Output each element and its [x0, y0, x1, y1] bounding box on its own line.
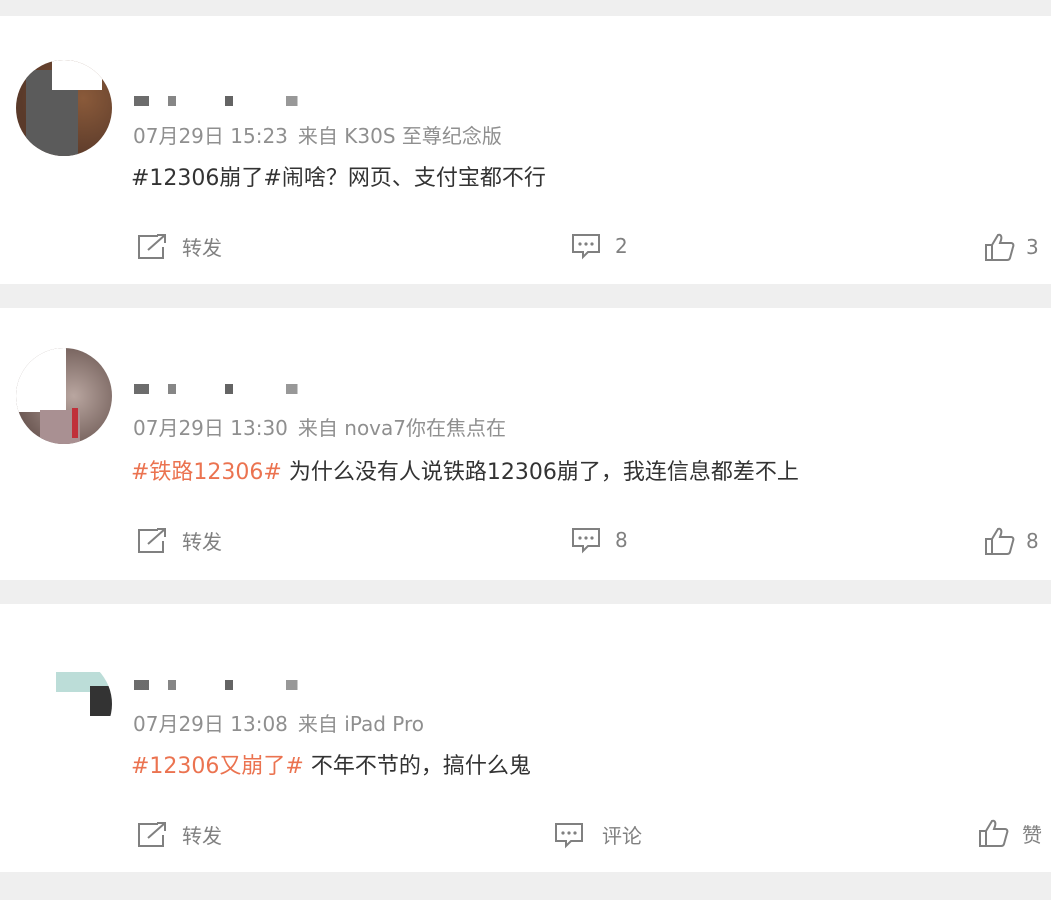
comment-button[interactable]: 评论 — [554, 820, 642, 849]
post-time[interactable]: 07月29日 13:30 — [133, 416, 288, 440]
username-redacted[interactable] — [134, 384, 324, 394]
like-icon — [979, 819, 1009, 847]
post-body: 为什么没有人说铁路12306崩了，我连信息都差不上 — [281, 460, 799, 485]
repost-button[interactable]: 转发 — [136, 526, 222, 555]
post-text: #12306崩了#闹啥？网页、支付宝都不行 — [131, 160, 546, 192]
post-text: #12306又崩了# 不年不节的，搞什么鬼 — [131, 748, 531, 780]
like-icon — [985, 527, 1015, 555]
repost-label: 转发 — [182, 236, 222, 260]
username-redacted[interactable] — [134, 680, 324, 690]
weibo-post-2: 07月29日 13:30 来自 nova7你在焦点在 #铁路12306# 为什么没… — [0, 308, 1051, 580]
username-redacted[interactable] — [134, 96, 324, 106]
post-time[interactable]: 07月29日 13:08 — [133, 712, 288, 736]
post-body: #12306崩了#闹啥？网页、支付宝都不行 — [131, 166, 546, 191]
repost-label: 转发 — [182, 824, 222, 848]
weibo-post-1: 07月29日 15:23 来自 K30S 至尊纪念版 #12306崩了#闹啥？网页… — [0, 16, 1051, 284]
post-meta: 07月29日 13:08 来自 iPad Pro — [133, 708, 424, 737]
comment-icon — [555, 822, 583, 848]
hashtag[interactable]: #12306又崩了# — [131, 754, 304, 779]
like-icon — [985, 233, 1015, 261]
post-body: 不年不节的，搞什么鬼 — [303, 754, 531, 779]
post-time[interactable]: 07月29日 15:23 — [133, 124, 288, 148]
repost-button[interactable]: 转发 — [136, 820, 222, 849]
repost-button[interactable]: 转发 — [136, 232, 222, 261]
like-button[interactable]: 赞 — [978, 818, 1042, 848]
weibo-post-3: 07月29日 13:08 来自 iPad Pro #12306又崩了# 不年不节的… — [0, 604, 1051, 872]
comment-icon — [572, 528, 600, 554]
post-meta: 07月29日 13:30 来自 nova7你在焦点在 — [133, 412, 506, 441]
like-label: 赞 — [1022, 822, 1042, 847]
like-count: 3 — [1026, 235, 1039, 259]
comment-count: 8 — [615, 528, 628, 552]
avatar[interactable] — [16, 60, 112, 156]
repost-label: 转发 — [182, 530, 222, 554]
post-source: 来自 K30S 至尊纪念版 — [297, 124, 502, 148]
comment-label: 评论 — [602, 824, 642, 848]
post-source: 来自 iPad Pro — [297, 712, 425, 736]
avatar[interactable] — [16, 656, 112, 752]
comment-button[interactable]: 8 — [571, 526, 628, 554]
comment-count: 2 — [615, 234, 628, 258]
like-count: 8 — [1026, 529, 1039, 553]
post-source: 来自 nova7你在焦点在 — [297, 416, 506, 440]
comment-button[interactable]: 2 — [571, 232, 628, 260]
hashtag[interactable]: #铁路12306# — [131, 460, 282, 485]
post-meta: 07月29日 15:23 来自 K30S 至尊纪念版 — [133, 120, 502, 149]
repost-icon — [138, 821, 166, 847]
repost-icon — [138, 233, 166, 259]
avatar[interactable] — [16, 348, 112, 444]
like-button[interactable]: 3 — [984, 232, 1039, 262]
like-button[interactable]: 8 — [984, 526, 1039, 556]
comment-icon — [572, 234, 600, 260]
repost-icon — [138, 527, 166, 553]
post-text: #铁路12306# 为什么没有人说铁路12306崩了，我连信息都差不上 — [131, 454, 799, 486]
